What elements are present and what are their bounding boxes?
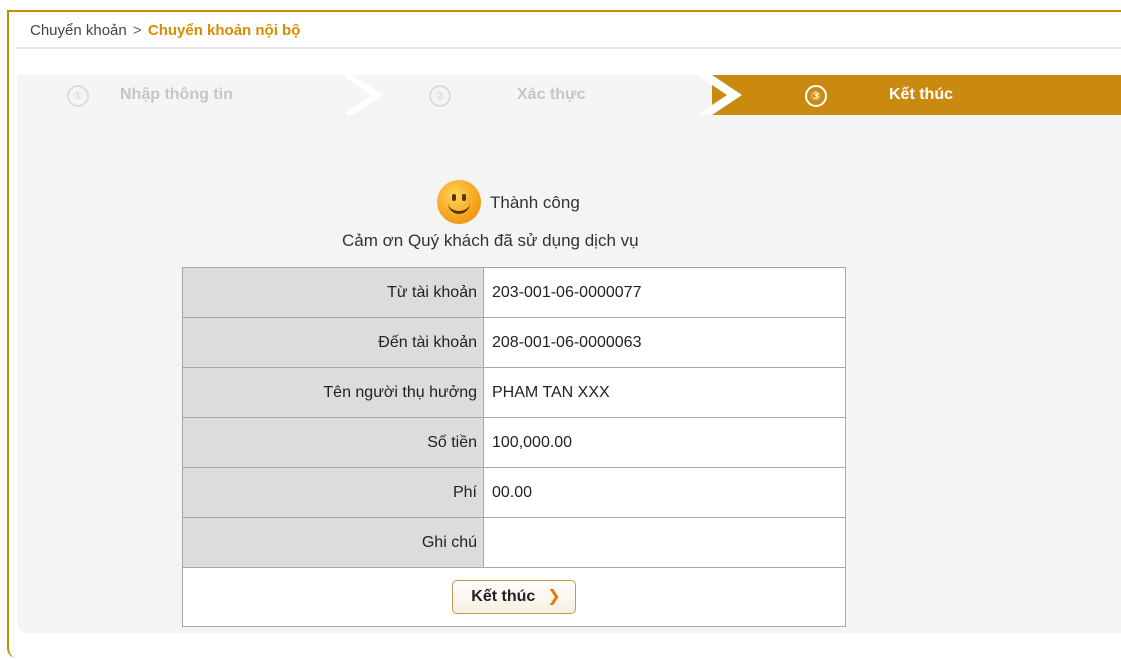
- breadcrumb: Chuyển khoản > Chuyển khoản nội bộ: [30, 22, 300, 39]
- chevron-right-icon: ❯: [547, 588, 561, 605]
- step-1-label: Nhập thông tin: [120, 86, 233, 103]
- beneficiary-name-label: Tên người thụ hưởng: [182, 367, 484, 418]
- progress-stepper: ① Nhập thông tin ② Xác thực ③ Kết thúc: [17, 75, 1121, 115]
- from-account-value: 203-001-06-0000077: [483, 267, 846, 318]
- step-2-number-icon: ②: [429, 85, 451, 107]
- finish-button[interactable]: Kết thúc ❯: [452, 580, 576, 614]
- step-chevron-2: [697, 75, 742, 115]
- table-row: Số tiền 100,000.00: [182, 417, 846, 468]
- amount-value: 100,000.00: [483, 417, 846, 468]
- step-3-label: Kết thúc: [889, 86, 953, 103]
- success-title: Thành công: [490, 193, 580, 212]
- to-account-value: 208-001-06-0000063: [483, 317, 846, 368]
- fee-value: 00.00: [483, 467, 846, 518]
- table-row: Tên người thụ hưởng PHAM TAN XXX: [182, 367, 846, 418]
- thank-you-message: Cảm ơn Quý khách đã sử dụng dịch vụ: [342, 231, 639, 250]
- note-value: [483, 517, 846, 568]
- table-row: Phí 00.00: [182, 467, 846, 518]
- actions-cell: Kết thúc ❯: [182, 567, 846, 627]
- table-row: Ghi chú: [182, 517, 846, 568]
- step-1-number-icon: ①: [67, 85, 89, 107]
- smiley-mouth: [448, 199, 470, 214]
- beneficiary-name-value: PHAM TAN XXX: [483, 367, 846, 418]
- fee-label: Phí: [182, 467, 484, 518]
- note-label: Ghi chú: [182, 517, 484, 568]
- amount-label: Số tiền: [182, 417, 484, 468]
- table-row: Từ tài khoản 203-001-06-0000077: [182, 267, 846, 318]
- smiley-icon: [437, 180, 481, 224]
- table-row: Đến tài khoản 208-001-06-0000063: [182, 317, 846, 368]
- table-footer-row: Kết thúc ❯: [182, 567, 846, 627]
- to-account-label: Đến tài khoản: [182, 317, 484, 368]
- result-header: Thành công: [437, 180, 737, 224]
- header-divider: [17, 47, 1121, 49]
- finish-button-label: Kết thúc: [471, 588, 536, 605]
- step-2-label: Xác thực: [517, 86, 586, 103]
- breadcrumb-current: Chuyển khoản nội bộ: [147, 22, 301, 39]
- from-account-label: Từ tài khoản: [182, 267, 484, 318]
- breadcrumb-separator: >: [132, 22, 142, 39]
- transfer-details-table: Từ tài khoản 203-001-06-0000077 Đến tài …: [182, 267, 846, 627]
- step-chevron-1: [345, 75, 383, 115]
- step-3-number-icon: ③: [805, 85, 827, 107]
- breadcrumb-parent-link[interactable]: Chuyển khoản: [30, 22, 127, 39]
